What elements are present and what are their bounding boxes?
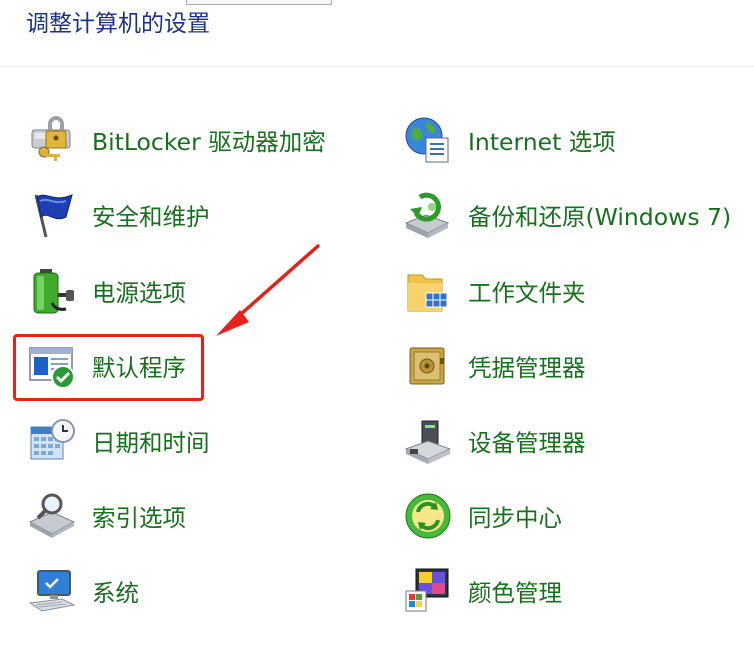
- annotation-arrow-icon: [216, 244, 320, 336]
